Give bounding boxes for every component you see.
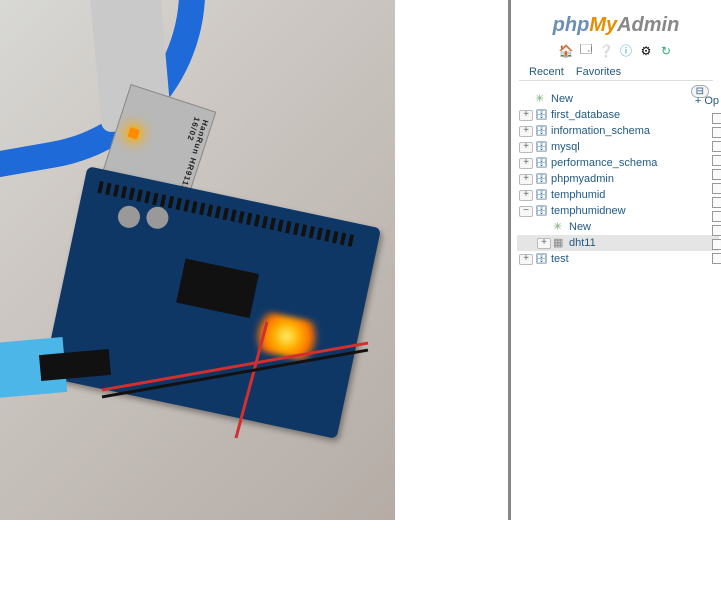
- options-link[interactable]: + Op: [695, 95, 719, 107]
- expand-toggle-icon[interactable]: +: [519, 254, 533, 265]
- home-icon[interactable]: 🏠: [559, 43, 574, 58]
- phpmyadmin-logo[interactable]: phpMyAdmin: [511, 14, 721, 37]
- db: [535, 139, 549, 156]
- expand-toggle-icon[interactable]: +: [519, 110, 533, 121]
- capacitor-icon: [116, 204, 142, 230]
- logo-part1: php: [553, 14, 590, 36]
- db: [535, 155, 549, 172]
- db: [535, 107, 549, 124]
- nav-toolbar: 🏠 🗔 ❔ ⓘ ⚙ ↻: [511, 43, 721, 58]
- db: [535, 123, 549, 140]
- expand-toggle-icon[interactable]: +: [519, 126, 533, 137]
- sql-icon[interactable]: 🗔: [579, 43, 594, 58]
- row-checkbox[interactable]: [712, 211, 721, 222]
- tree-database-phpmyadmin[interactable]: + phpmyadmin: [517, 171, 719, 187]
- tree-new-link[interactable]: New: [517, 91, 719, 107]
- expand-toggle-icon[interactable]: −: [519, 206, 533, 217]
- expand-toggle-icon[interactable]: +: [519, 158, 533, 169]
- tree-database-test[interactable]: + test: [517, 251, 719, 267]
- hardware-photo: HanRun HR911105A 16/02: [0, 0, 395, 520]
- expand-toggle-icon[interactable]: +: [537, 238, 551, 249]
- row-checkbox[interactable]: [712, 183, 721, 194]
- row-checkbox[interactable]: [712, 197, 721, 208]
- divider: [395, 0, 508, 520]
- expand-toggle-icon[interactable]: +: [519, 142, 533, 153]
- database-tree: New + first_database + information_schema + my…: [511, 87, 721, 271]
- tree-database-mysql[interactable]: + mysql: [517, 139, 719, 155]
- tree-database-temphumid[interactable]: + temphumid: [517, 187, 719, 203]
- db: [535, 203, 549, 220]
- link-led-icon: [127, 127, 140, 140]
- tree-node-label: performance_schema: [551, 155, 657, 171]
- tree-node-label: mysql: [551, 139, 580, 155]
- capacitor-icon: [144, 205, 170, 231]
- tab-favorites[interactable]: Favorites: [570, 64, 627, 80]
- row-checkbox[interactable]: [712, 155, 721, 166]
- reload-icon[interactable]: ↻: [659, 43, 674, 58]
- tree-database-temphumidnew[interactable]: − temphumidnew: [517, 203, 719, 219]
- tree-new-link[interactable]: New: [517, 219, 719, 235]
- row-checkbox[interactable]: [712, 239, 721, 250]
- tree-node-label: dht11: [569, 235, 596, 251]
- nav-tabs: Recent Favorites: [519, 64, 713, 81]
- tree-node-label: phpmyadmin: [551, 171, 614, 187]
- tree-node-label: New: [551, 91, 573, 107]
- row-checkbox[interactable]: [712, 225, 721, 236]
- row-checkbox[interactable]: [712, 113, 721, 124]
- db: [535, 251, 549, 268]
- docs-icon[interactable]: ⓘ: [619, 43, 634, 58]
- row-checkbox[interactable]: [712, 253, 721, 264]
- tree-database-first_database[interactable]: + first_database: [517, 107, 719, 123]
- row-checkbox[interactable]: [712, 127, 721, 138]
- db: [535, 171, 549, 188]
- new-icon: [553, 219, 567, 235]
- tbl: [553, 235, 567, 251]
- row-checkbox[interactable]: [712, 141, 721, 152]
- arduino-ethernet-shield: [43, 166, 381, 439]
- new-icon: [535, 91, 549, 107]
- checkbox-column: [712, 110, 721, 267]
- bottom-whitespace: [0, 520, 721, 600]
- expand-toggle-icon[interactable]: +: [519, 190, 533, 201]
- expand-toggle-icon: [519, 94, 533, 105]
- expand-toggle-icon[interactable]: +: [519, 174, 533, 185]
- ethernet-chip: [176, 259, 259, 319]
- logo-part2: My: [589, 14, 617, 36]
- phpmyadmin-navigation-panel: phpMyAdmin 🏠 🗔 ❔ ⓘ ⚙ ↻ Recent Favorites …: [508, 0, 721, 520]
- tree-node-label: New: [569, 219, 591, 235]
- tree-database-performance_schema[interactable]: + performance_schema: [517, 155, 719, 171]
- help-icon[interactable]: ❔: [599, 43, 614, 58]
- tree-node-label: temphumid: [551, 187, 605, 203]
- tree-node-label: test: [551, 251, 569, 267]
- logo-part3: Admin: [617, 14, 679, 36]
- tree-database-information_schema[interactable]: + information_schema: [517, 123, 719, 139]
- tree-node-label: first_database: [551, 107, 620, 123]
- tree-table-dht11[interactable]: + dht11: [517, 235, 719, 251]
- row-checkbox[interactable]: [712, 169, 721, 180]
- tree-node-label: information_schema: [551, 123, 650, 139]
- tree-node-label: temphumidnew: [551, 203, 626, 219]
- settings-icon[interactable]: ⚙: [639, 43, 654, 58]
- expand-toggle-icon: [537, 222, 551, 233]
- tab-recent[interactable]: Recent: [523, 64, 570, 80]
- db: [535, 187, 549, 204]
